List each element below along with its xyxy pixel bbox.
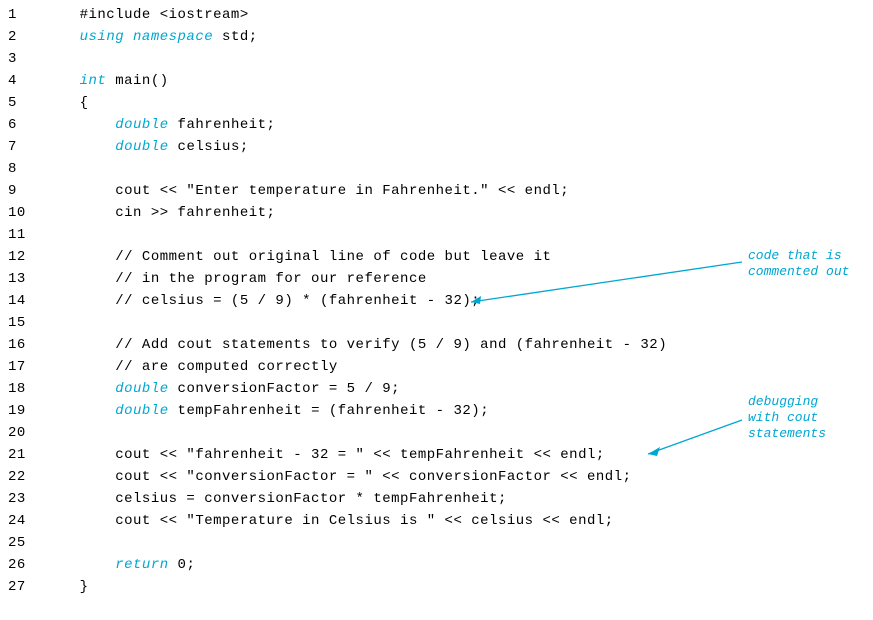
line-number: 1 [0,4,44,26]
line-number: 6 [0,114,44,136]
line-number: 18 [0,378,44,400]
code-line: 9 cout << "Enter temperature in Fahrenhe… [0,180,873,202]
code-text: return 0; [44,554,195,576]
code-text: using namespace std; [44,26,258,48]
line-number: 21 [0,444,44,466]
line-number: 9 [0,180,44,202]
code-text: } [44,576,89,598]
code-line: 10 cin >> fahrenheit; [0,202,873,224]
code-text: double celsius; [44,136,249,158]
line-number: 17 [0,356,44,378]
code-text: // Comment out original line of code but… [44,246,551,268]
line-number: 19 [0,400,44,422]
code-line: 14 // celsius = (5 / 9) * (fahrenheit - … [0,290,873,312]
line-number: 8 [0,158,44,180]
line-number: 10 [0,202,44,224]
line-number: 12 [0,246,44,268]
code-text [44,312,80,334]
line-number: 14 [0,290,44,312]
annotation-text: commented out [748,264,849,280]
code-line: 18 double conversionFactor = 5 / 9; [0,378,873,400]
code-line: 13 // in the program for our reference [0,268,873,290]
line-number: 24 [0,510,44,532]
code-text: // Add cout statements to verify (5 / 9)… [44,334,667,356]
line-number: 15 [0,312,44,334]
code-text: cout << "conversionFactor = " << convers… [44,466,632,488]
code-text [44,532,80,554]
code-line: 20 [0,422,873,444]
code-text: cout << "fahrenheit - 32 = " << tempFahr… [44,444,605,466]
line-number: 22 [0,466,44,488]
annotation-debugging-cout: debugging with cout statements [748,394,826,442]
annotation-text: code that is [748,248,849,264]
code-line: 11 [0,224,873,246]
code-text [44,422,80,444]
code-line: 12 // Comment out original line of code … [0,246,873,268]
code-text: // celsius = (5 / 9) * (fahrenheit - 32)… [44,290,480,312]
line-number: 3 [0,48,44,70]
code-line: 16 // Add cout statements to verify (5 /… [0,334,873,356]
code-line: 26 return 0; [0,554,873,576]
line-number: 5 [0,92,44,114]
code-text: cout << "Temperature in Celsius is " << … [44,510,614,532]
annotation-text: debugging [748,394,826,410]
code-text: double tempFahrenheit = (fahrenheit - 32… [44,400,489,422]
code-line: 6 double fahrenheit; [0,114,873,136]
line-number: 27 [0,576,44,598]
code-line: 25 [0,532,873,554]
annotation-text: statements [748,426,826,442]
line-number: 26 [0,554,44,576]
code-line: 3 [0,48,873,70]
line-number: 20 [0,422,44,444]
code-text [44,48,80,70]
annotation-text: with cout [748,410,826,426]
code-line: 17 // are computed correctly [0,356,873,378]
line-number: 13 [0,268,44,290]
code-line: 24 cout << "Temperature in Celsius is " … [0,510,873,532]
code-text: int main() [44,70,169,92]
line-number: 23 [0,488,44,510]
code-text: double conversionFactor = 5 / 9; [44,378,400,400]
line-number: 16 [0,334,44,356]
code-line: 23 celsius = conversionFactor * tempFahr… [0,488,873,510]
code-line: 15 [0,312,873,334]
line-number: 11 [0,224,44,246]
code-text: cout << "Enter temperature in Fahrenheit… [44,180,569,202]
code-listing: 1 #include <iostream>2 using namespace s… [0,0,873,598]
code-line: 19 double tempFahrenheit = (fahrenheit -… [0,400,873,422]
code-text: // are computed correctly [44,356,338,378]
code-text: double fahrenheit; [44,114,275,136]
line-number: 2 [0,26,44,48]
code-line: 27 } [0,576,873,598]
code-line: 5 { [0,92,873,114]
code-text: #include <iostream> [44,4,249,26]
code-line: 8 [0,158,873,180]
code-text: cin >> fahrenheit; [44,202,275,224]
code-line: 7 double celsius; [0,136,873,158]
line-number: 7 [0,136,44,158]
code-text: { [44,92,89,114]
code-text: celsius = conversionFactor * tempFahrenh… [44,488,507,510]
code-text [44,158,80,180]
code-line: 2 using namespace std; [0,26,873,48]
line-number: 25 [0,532,44,554]
code-line: 21 cout << "fahrenheit - 32 = " << tempF… [0,444,873,466]
code-line: 22 cout << "conversionFactor = " << conv… [0,466,873,488]
code-line: 4 int main() [0,70,873,92]
code-line: 1 #include <iostream> [0,4,873,26]
code-text [44,224,80,246]
code-text: // in the program for our reference [44,268,427,290]
line-number: 4 [0,70,44,92]
annotation-commented-out: code that is commented out [748,248,849,280]
